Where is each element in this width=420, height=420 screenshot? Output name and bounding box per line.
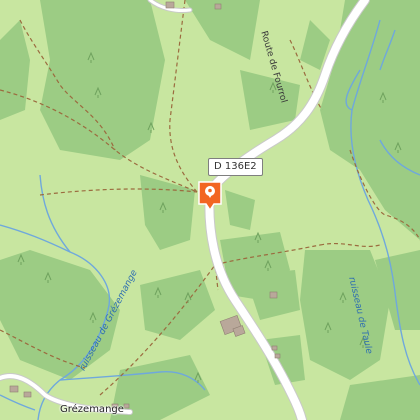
forest-patch: [300, 250, 390, 380]
building: [214, 3, 222, 10]
road-shield-label: D 136E2: [208, 158, 263, 176]
building: [23, 391, 32, 398]
building: [165, 1, 175, 9]
building: [274, 353, 281, 359]
forest-patch: [40, 0, 165, 160]
map-view[interactable]: D 136E2 Route de Fourrol ruisseau de Gré…: [0, 0, 420, 420]
building: [123, 403, 130, 409]
building: [269, 291, 278, 299]
building: [271, 345, 278, 351]
building: [9, 385, 19, 393]
location-pin-icon[interactable]: [197, 180, 223, 212]
place-name-label: Grézemange: [60, 404, 124, 415]
